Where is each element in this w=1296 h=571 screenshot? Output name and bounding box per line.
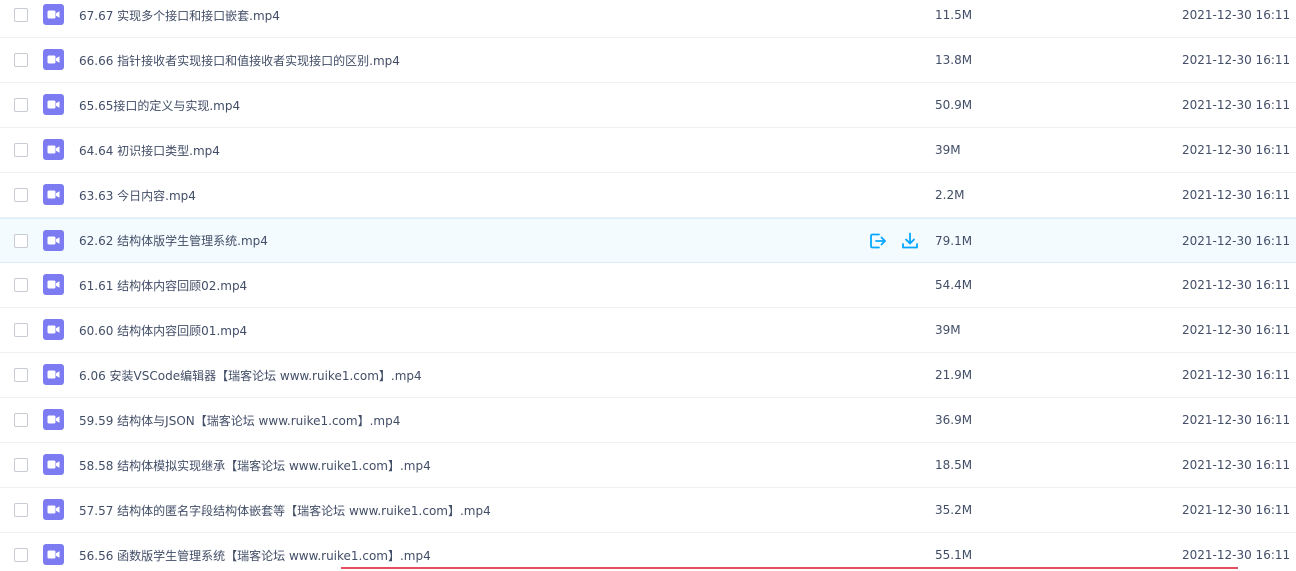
video-file-icon bbox=[43, 139, 64, 160]
file-list: 67.67 实现多个接口和接口嵌套.mp4 11.5M 2021-12-30 1… bbox=[0, 0, 1296, 571]
row-checkbox[interactable] bbox=[14, 98, 28, 112]
modified-date: 2021-12-30 16:11 bbox=[1182, 8, 1291, 22]
file-size: 79.1M bbox=[935, 233, 973, 248]
file-row[interactable]: 64.64 初识接口类型.mp4 39M 2021-12-30 16:11 bbox=[0, 128, 1296, 173]
file-row[interactable]: 58.58 结构体模拟实现继承【瑞客论坛 www.ruike1.com】.mp4… bbox=[0, 443, 1296, 488]
video-file-icon bbox=[43, 364, 64, 385]
file-name[interactable]: 64.64 初识接口类型.mp4 bbox=[79, 128, 220, 172]
file-size: 54.4M bbox=[935, 278, 973, 292]
modified-date: 2021-12-30 16:11 bbox=[1182, 53, 1291, 67]
row-checkbox[interactable] bbox=[14, 548, 28, 562]
file-row[interactable]: 66.66 指针接收者实现接口和值接收者实现接口的区别.mp4 13.8M 20… bbox=[0, 38, 1296, 83]
row-checkbox[interactable] bbox=[14, 233, 28, 248]
file-name[interactable]: 60.60 结构体内容回顾01.mp4 bbox=[79, 308, 247, 352]
file-row[interactable]: 56.56 函数版学生管理系统【瑞客论坛 www.ruike1.com】.mp4… bbox=[0, 533, 1296, 571]
file-size: 55.1M bbox=[935, 548, 973, 562]
row-checkbox[interactable] bbox=[14, 503, 28, 517]
file-size: 2.2M bbox=[935, 188, 965, 202]
red-underline-annotation bbox=[341, 567, 1238, 569]
file-name[interactable]: 57.57 结构体的匿名字段结构体嵌套等【瑞客论坛 www.ruike1.com… bbox=[79, 488, 491, 532]
modified-date: 2021-12-30 16:11 bbox=[1182, 233, 1291, 248]
file-size: 39M bbox=[935, 143, 961, 157]
file-row[interactable]: 57.57 结构体的匿名字段结构体嵌套等【瑞客论坛 www.ruike1.com… bbox=[0, 488, 1296, 533]
file-size: 13.8M bbox=[935, 53, 973, 67]
modified-date: 2021-12-30 16:11 bbox=[1182, 368, 1291, 382]
file-row[interactable]: 63.63 今日内容.mp4 2.2M 2021-12-30 16:11 bbox=[0, 173, 1296, 218]
file-row[interactable]: 67.67 实现多个接口和接口嵌套.mp4 11.5M 2021-12-30 1… bbox=[0, 0, 1296, 38]
video-file-icon bbox=[43, 544, 64, 565]
row-checkbox[interactable] bbox=[14, 53, 28, 67]
video-file-icon bbox=[43, 94, 64, 115]
modified-date: 2021-12-30 16:11 bbox=[1182, 548, 1291, 562]
file-size: 18.5M bbox=[935, 458, 973, 472]
row-checkbox[interactable] bbox=[14, 143, 28, 157]
video-file-icon bbox=[43, 49, 64, 70]
file-name[interactable]: 59.59 结构体与JSON【瑞客论坛 www.ruike1.com】.mp4 bbox=[79, 398, 400, 442]
file-name[interactable]: 56.56 函数版学生管理系统【瑞客论坛 www.ruike1.com】.mp4 bbox=[79, 533, 431, 571]
modified-date: 2021-12-30 16:11 bbox=[1182, 188, 1291, 202]
file-row[interactable]: 65.65接口的定义与实现.mp4 50.9M 2021-12-30 16:11 bbox=[0, 83, 1296, 128]
file-size: 21.9M bbox=[935, 368, 973, 382]
file-name[interactable]: 63.63 今日内容.mp4 bbox=[79, 173, 196, 217]
download-icon[interactable] bbox=[900, 231, 920, 251]
file-row[interactable]: 60.60 结构体内容回顾01.mp4 39M 2021-12-30 16:11 bbox=[0, 308, 1296, 353]
file-name[interactable]: 6.06 安装VSCode编辑器【瑞客论坛 www.ruike1.com】.mp… bbox=[79, 353, 422, 397]
video-file-icon bbox=[43, 409, 64, 430]
modified-date: 2021-12-30 16:11 bbox=[1182, 323, 1291, 337]
file-name[interactable]: 67.67 实现多个接口和接口嵌套.mp4 bbox=[79, 0, 280, 37]
modified-date: 2021-12-30 16:11 bbox=[1182, 143, 1291, 157]
file-size: 11.5M bbox=[935, 8, 973, 22]
file-name[interactable]: 66.66 指针接收者实现接口和值接收者实现接口的区别.mp4 bbox=[79, 38, 400, 82]
file-name[interactable]: 65.65接口的定义与实现.mp4 bbox=[79, 83, 240, 127]
video-file-icon bbox=[43, 4, 64, 25]
video-file-icon bbox=[43, 274, 64, 295]
modified-date: 2021-12-30 16:11 bbox=[1182, 413, 1291, 427]
share-icon[interactable] bbox=[868, 231, 888, 251]
file-size: 35.2M bbox=[935, 503, 973, 517]
video-file-icon bbox=[43, 454, 64, 475]
row-checkbox[interactable] bbox=[14, 368, 28, 382]
file-size: 50.9M bbox=[935, 98, 973, 112]
file-row[interactable]: 62.62 结构体版学生管理系统.mp4 79.1M 2021-12-30 16… bbox=[0, 218, 1296, 263]
row-checkbox[interactable] bbox=[14, 188, 28, 202]
modified-date: 2021-12-30 16:11 bbox=[1182, 98, 1291, 112]
modified-date: 2021-12-30 16:11 bbox=[1182, 458, 1291, 472]
file-row[interactable]: 6.06 安装VSCode编辑器【瑞客论坛 www.ruike1.com】.mp… bbox=[0, 353, 1296, 398]
file-size: 36.9M bbox=[935, 413, 973, 427]
modified-date: 2021-12-30 16:11 bbox=[1182, 278, 1291, 292]
video-file-icon bbox=[43, 319, 64, 340]
video-file-icon bbox=[43, 499, 64, 520]
row-checkbox[interactable] bbox=[14, 413, 28, 427]
row-checkbox[interactable] bbox=[14, 323, 28, 337]
file-name[interactable]: 61.61 结构体内容回顾02.mp4 bbox=[79, 263, 247, 307]
row-checkbox[interactable] bbox=[14, 278, 28, 292]
video-file-icon bbox=[43, 184, 64, 205]
file-size: 39M bbox=[935, 323, 961, 337]
row-actions bbox=[868, 231, 920, 251]
file-row[interactable]: 59.59 结构体与JSON【瑞客论坛 www.ruike1.com】.mp4 … bbox=[0, 398, 1296, 443]
row-checkbox[interactable] bbox=[14, 458, 28, 472]
file-row[interactable]: 61.61 结构体内容回顾02.mp4 54.4M 2021-12-30 16:… bbox=[0, 263, 1296, 308]
file-name[interactable]: 62.62 结构体版学生管理系统.mp4 bbox=[79, 219, 268, 262]
video-file-icon bbox=[43, 229, 64, 251]
row-checkbox[interactable] bbox=[14, 8, 28, 22]
modified-date: 2021-12-30 16:11 bbox=[1182, 503, 1291, 517]
file-name[interactable]: 58.58 结构体模拟实现继承【瑞客论坛 www.ruike1.com】.mp4 bbox=[79, 443, 431, 487]
